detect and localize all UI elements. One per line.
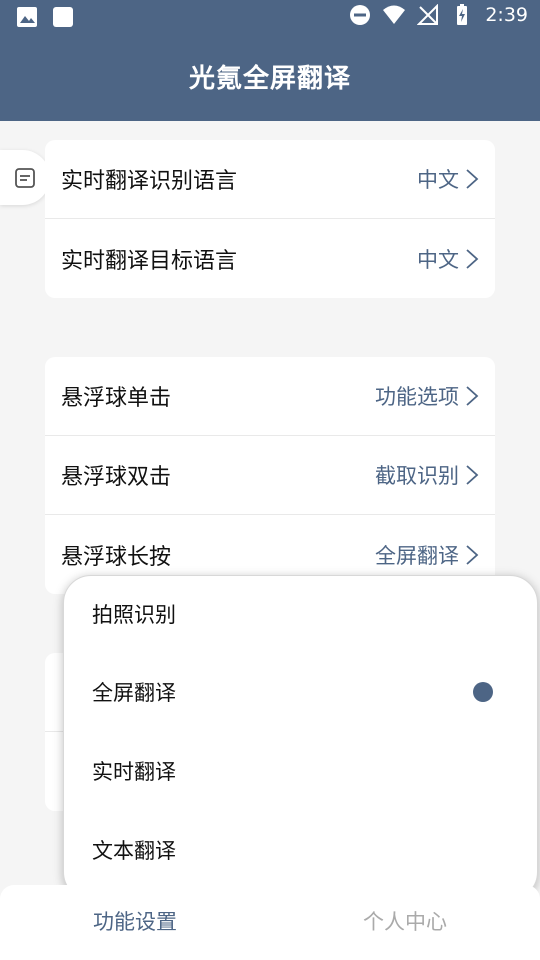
row-value: 中文 [417, 164, 479, 194]
chevron-right-icon [466, 386, 479, 406]
wifi-icon [383, 5, 406, 24]
floating-ball-card: 悬浮球单击 功能选项 悬浮球双击 截取识别 悬浮球长按 全屏翻译 [45, 357, 495, 594]
row-value-text: 中文 [417, 247, 459, 272]
menu-option-photo-recognize[interactable]: 拍照识别 [64, 576, 537, 652]
battery-charging-icon [457, 4, 468, 25]
note-icon [15, 167, 35, 188]
status-bar: 2:39 [0, 0, 540, 38]
menu-option-realtime-translate[interactable]: 实时翻译 [64, 731, 537, 810]
row-value-text: 中文 [417, 168, 459, 192]
do-not-disturb-icon [350, 5, 371, 25]
row-label: 悬浮球长按 [61, 544, 172, 570]
menu-option-fullscreen-translate[interactable]: 全屏翻译 [64, 652, 537, 731]
image-notification-icon [17, 7, 37, 27]
realtime-target-language-row[interactable]: 实时翻译目标语言 中文 [45, 219, 495, 298]
row-label: 悬浮球单击 [61, 386, 172, 411]
row-value: 功能选项 [375, 381, 479, 411]
page-title: 光氪全屏翻译 [188, 64, 351, 94]
app-notification-icon [53, 7, 73, 27]
menu-option-label: 全屏翻译 [92, 680, 176, 705]
realtime-source-language-row[interactable]: 实时翻译识别语言 中文 [45, 140, 495, 219]
status-time: 2:39 [485, 4, 528, 26]
app-bar: 光氪全屏翻译 [0, 38, 540, 121]
row-value: 全屏翻译 [375, 540, 479, 570]
row-value: 中文 [417, 244, 479, 274]
row-value-text: 截取识别 [375, 464, 459, 488]
nav-function-settings[interactable]: 功能设置 [0, 885, 270, 960]
row-label: 实时翻译目标语言 [61, 248, 238, 274]
floating-ball-single-tap-row[interactable]: 悬浮球单击 功能选项 [45, 357, 495, 436]
chevron-right-icon [466, 169, 479, 189]
menu-option-label: 实时翻译 [92, 759, 176, 784]
row-label: 实时翻译识别语言 [61, 169, 238, 194]
chevron-right-icon [466, 544, 479, 565]
status-right-icons: 2:39 [349, 4, 528, 26]
row-value: 截取识别 [375, 460, 479, 490]
chevron-right-icon [466, 248, 479, 269]
floating-note-button[interactable] [0, 150, 50, 205]
selected-radio-icon [473, 681, 493, 702]
status-left-icons [16, 6, 74, 28]
menu-option-label: 拍照识别 [92, 603, 176, 627]
bottom-nav: 功能设置 个人中心 [0, 885, 540, 960]
realtime-translation-card: 实时翻译识别语言 中文 实时翻译目标语言 中文 [45, 140, 495, 298]
floating-ball-double-tap-row[interactable]: 悬浮球双击 截取识别 [45, 436, 495, 515]
menu-option-label: 文本翻译 [92, 838, 176, 863]
row-value-text: 功能选项 [375, 385, 459, 409]
menu-option-text-translate[interactable]: 文本翻译 [64, 810, 537, 889]
nav-personal-center[interactable]: 个人中心 [270, 885, 540, 960]
option-popup-menu: 拍照识别 全屏翻译 实时翻译 文本翻译 [63, 575, 538, 900]
row-label: 悬浮球双击 [61, 465, 172, 490]
no-signal-icon [417, 4, 439, 25]
row-value-text: 全屏翻译 [375, 543, 459, 568]
chevron-right-icon [466, 465, 479, 485]
